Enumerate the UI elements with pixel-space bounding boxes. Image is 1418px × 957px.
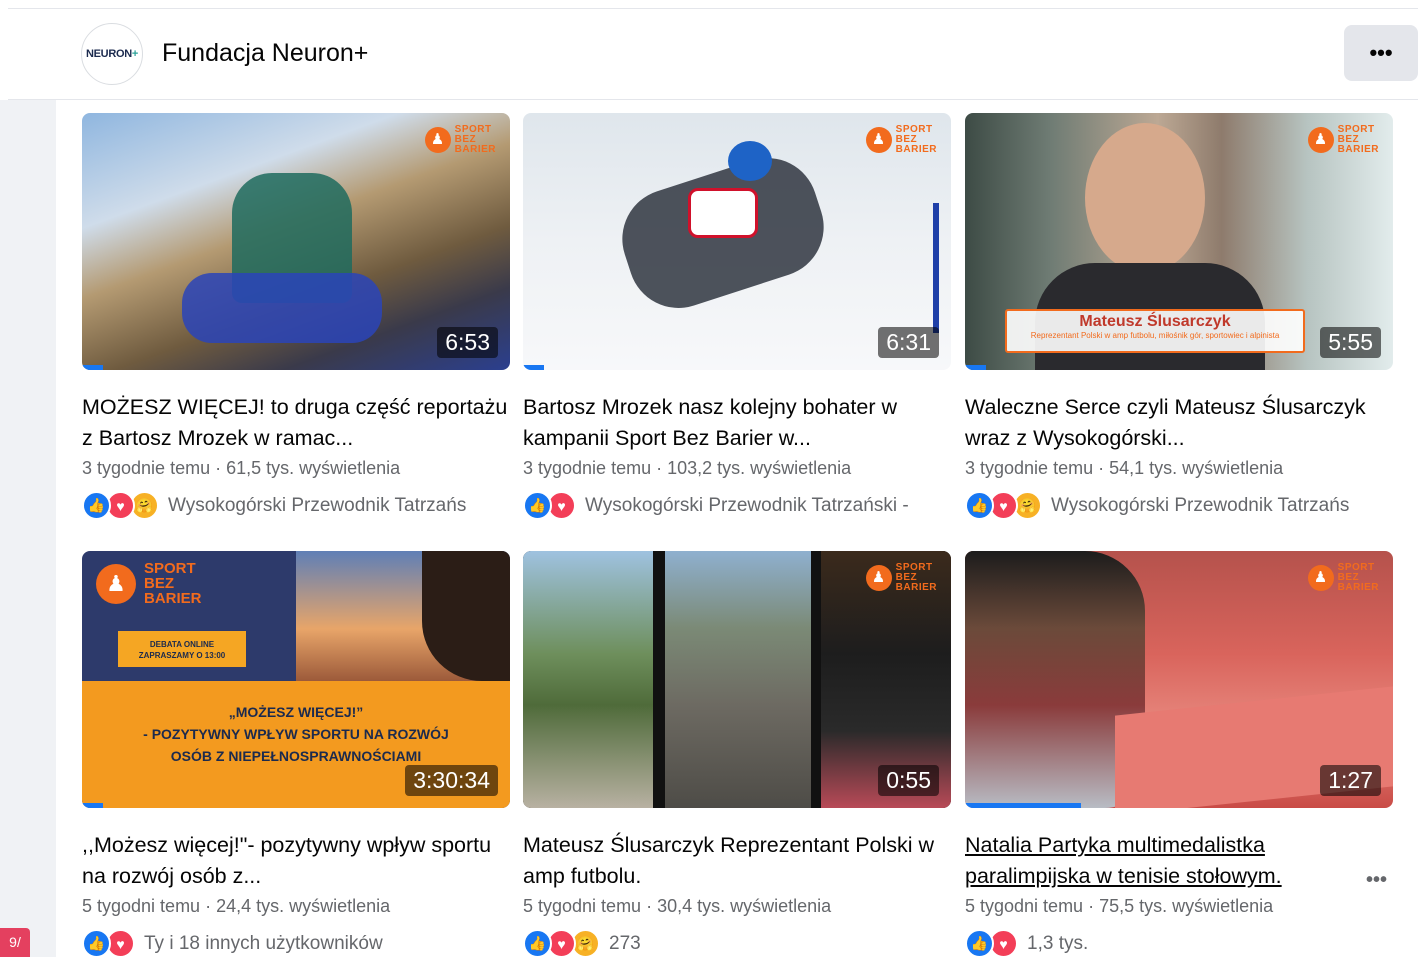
reactions-summary: 1,3 tys. bbox=[1027, 932, 1089, 954]
watch-progress-bar bbox=[523, 365, 545, 370]
left-sidebar-strip bbox=[0, 100, 56, 957]
sport-bez-barier-icon: ♟ bbox=[424, 127, 451, 153]
video-duration: 0:55 bbox=[878, 765, 939, 796]
sport-bez-barier-badge: ♟ SPORT BEZ BARIER bbox=[424, 125, 496, 155]
reactions-summary: Wysokogórski Przewodnik Tatrzańs bbox=[168, 494, 467, 516]
page-header: NEURON + Fundacja Neuron+ ••• bbox=[8, 8, 1418, 100]
reactions-row[interactable]: 👍 ♥ 🤗 Wysokogórski Przewodnik Tatrzańs bbox=[965, 491, 1393, 520]
video-duration: 1:27 bbox=[1320, 765, 1381, 796]
page-name[interactable]: Fundacja Neuron+ bbox=[162, 39, 368, 68]
more-options-button[interactable]: ••• bbox=[1344, 25, 1418, 81]
like-reaction-icon: 👍 bbox=[82, 929, 111, 957]
sport-bez-barier-icon: ♟ bbox=[1307, 127, 1334, 153]
video-meta: 3 tygodnie temu · 54,1 tys. wyświetlenia bbox=[965, 458, 1284, 478]
sport-bez-barier-icon: ♟ bbox=[865, 127, 892, 153]
watch-progress-bar bbox=[965, 365, 987, 370]
watch-progress-bar bbox=[82, 365, 104, 370]
reactions-row[interactable]: 👍 ♥ 🤗 Wysokogórski Przewodnik Tatrzańs bbox=[82, 491, 510, 520]
reactions-row[interactable]: 👍 ♥ 1,3 tys. bbox=[965, 929, 1393, 957]
video-duration: 3:30:34 bbox=[405, 765, 498, 796]
video-title[interactable]: Mateusz Ślusarczyk Reprezentant Polski w… bbox=[523, 830, 951, 892]
video-meta: 5 tygodni temu · 75,5 tys. wyświetlenia bbox=[965, 896, 1274, 916]
video-title[interactable]: Natalia Partyka multimedalistka paralimp… bbox=[965, 830, 1393, 892]
reactions-summary: Wysokogórski Przewodnik Tatrzańs bbox=[1051, 494, 1350, 516]
like-reaction-icon: 👍 bbox=[965, 929, 994, 957]
debate-box: DEBATA ONLINE ZAPRASZAMY O 13:00 bbox=[118, 631, 246, 667]
like-reaction-icon: 👍 bbox=[523, 491, 552, 520]
video-title[interactable]: ,,Możesz więcej!"- pozytywny wpływ sport… bbox=[82, 830, 510, 892]
sport-bez-barier-icon: ♟ bbox=[1307, 565, 1334, 591]
video-more-options-button[interactable]: ••• bbox=[1366, 869, 1387, 892]
reactions-row[interactable]: 👍 ♥ 🤗 273 bbox=[523, 929, 951, 957]
sport-bez-barier-badge: ♟ SPORT BEZ BARIER bbox=[1307, 125, 1379, 155]
video-meta: 3 tygodnie temu · 103,2 tys. wyświetleni… bbox=[523, 458, 852, 478]
video-title[interactable]: MOŻESZ WIĘCEJ! to druga część reportażu … bbox=[82, 392, 510, 454]
sport-bez-barier-badge: ♟ SPORT BEZ BARIER bbox=[865, 125, 937, 155]
reactions-summary: 273 bbox=[609, 932, 641, 954]
video-meta: 5 tygodni temu · 24,4 tys. wyświetlenia bbox=[82, 896, 391, 916]
name-lower-third: Mateusz Ślusarczyk Reprezentant Polski w… bbox=[1005, 309, 1305, 353]
sport-bez-barier-badge: ♟ SPORT BEZ BARIER bbox=[865, 563, 937, 593]
watch-progress-bar bbox=[965, 803, 1081, 808]
video-duration: 6:53 bbox=[437, 327, 498, 358]
video-duration: 6:31 bbox=[878, 327, 939, 358]
page-logo-avatar[interactable]: NEURON + bbox=[81, 23, 143, 85]
reactions-row[interactable]: 👍 ♥ Wysokogórski Przewodnik Tatrzański - bbox=[523, 491, 951, 520]
video-thumbnail[interactable]: ♟ SPORT BEZ BARIER 6:53 bbox=[82, 113, 510, 370]
video-meta: 5 tygodni temu · 30,4 tys. wyświetlenia bbox=[523, 896, 832, 916]
video-thumbnail[interactable]: ♟ SPORT BEZ BARIER 1:27 bbox=[965, 551, 1393, 808]
video-meta: 3 tygodnie temu · 61,5 tys. wyświetlenia bbox=[82, 458, 401, 478]
video-title[interactable]: Bartosz Mrozek nasz kolejny bohater w ka… bbox=[523, 392, 951, 454]
logo-text: NEURON bbox=[86, 48, 132, 60]
logo-plus: + bbox=[131, 48, 138, 60]
like-reaction-icon: 👍 bbox=[965, 491, 994, 520]
sport-bez-barier-logo-large: ♟ SPORT BEZ BARIER bbox=[96, 561, 202, 606]
reactions-summary: Ty i 18 innych użytkowników bbox=[144, 932, 383, 954]
video-card: ♟ SPORT BEZ BARIER 6:53 MOŻESZ WIĘCEJ! to … bbox=[82, 113, 510, 520]
video-thumbnail[interactable]: ♟ SPORT BEZ BARIER 0:55 bbox=[523, 551, 951, 808]
video-card: Mateusz Ślusarczyk Reprezentant Polski w… bbox=[965, 113, 1393, 520]
sport-bez-barier-icon: ♟ bbox=[865, 565, 892, 591]
watch-progress-bar bbox=[82, 803, 104, 808]
like-reaction-icon: 👍 bbox=[82, 491, 111, 520]
video-card: ♟ SPORT BEZ BARIER 0:55 Mateusz Ślusarczyk… bbox=[523, 551, 951, 957]
video-card: ♟ SPORT BEZ BARIER 1:27 Natalia Partyka mu… bbox=[965, 551, 1393, 957]
video-duration: 5:55 bbox=[1320, 327, 1381, 358]
like-reaction-icon: 👍 bbox=[523, 929, 552, 957]
reactions-summary: Wysokogórski Przewodnik Tatrzański - bbox=[585, 494, 909, 516]
video-card: ♟ SPORT BEZ BARIER 6:31 Bartosz Mrozek nas… bbox=[523, 113, 951, 520]
video-thumbnail[interactable]: ♟ SPORT BEZ BARIER 6:31 bbox=[523, 113, 951, 370]
reactions-row[interactable]: 👍 ♥ Ty i 18 innych użytkowników bbox=[82, 929, 510, 957]
video-card: ♟ SPORT BEZ BARIER DEBATA ONLINE ZAPRASZAM… bbox=[82, 551, 510, 957]
sport-bez-barier-icon: ♟ bbox=[96, 563, 136, 604]
sport-bez-barier-badge: ♟ SPORT BEZ BARIER bbox=[1307, 563, 1379, 593]
notification-badge[interactable]: 9/ bbox=[0, 928, 30, 957]
video-title[interactable]: Waleczne Serce czyli Mateusz Ślusarczyk … bbox=[965, 392, 1393, 454]
video-thumbnail[interactable]: Mateusz Ślusarczyk Reprezentant Polski w… bbox=[965, 113, 1393, 370]
video-thumbnail[interactable]: ♟ SPORT BEZ BARIER DEBATA ONLINE ZAPRASZAM… bbox=[82, 551, 510, 808]
